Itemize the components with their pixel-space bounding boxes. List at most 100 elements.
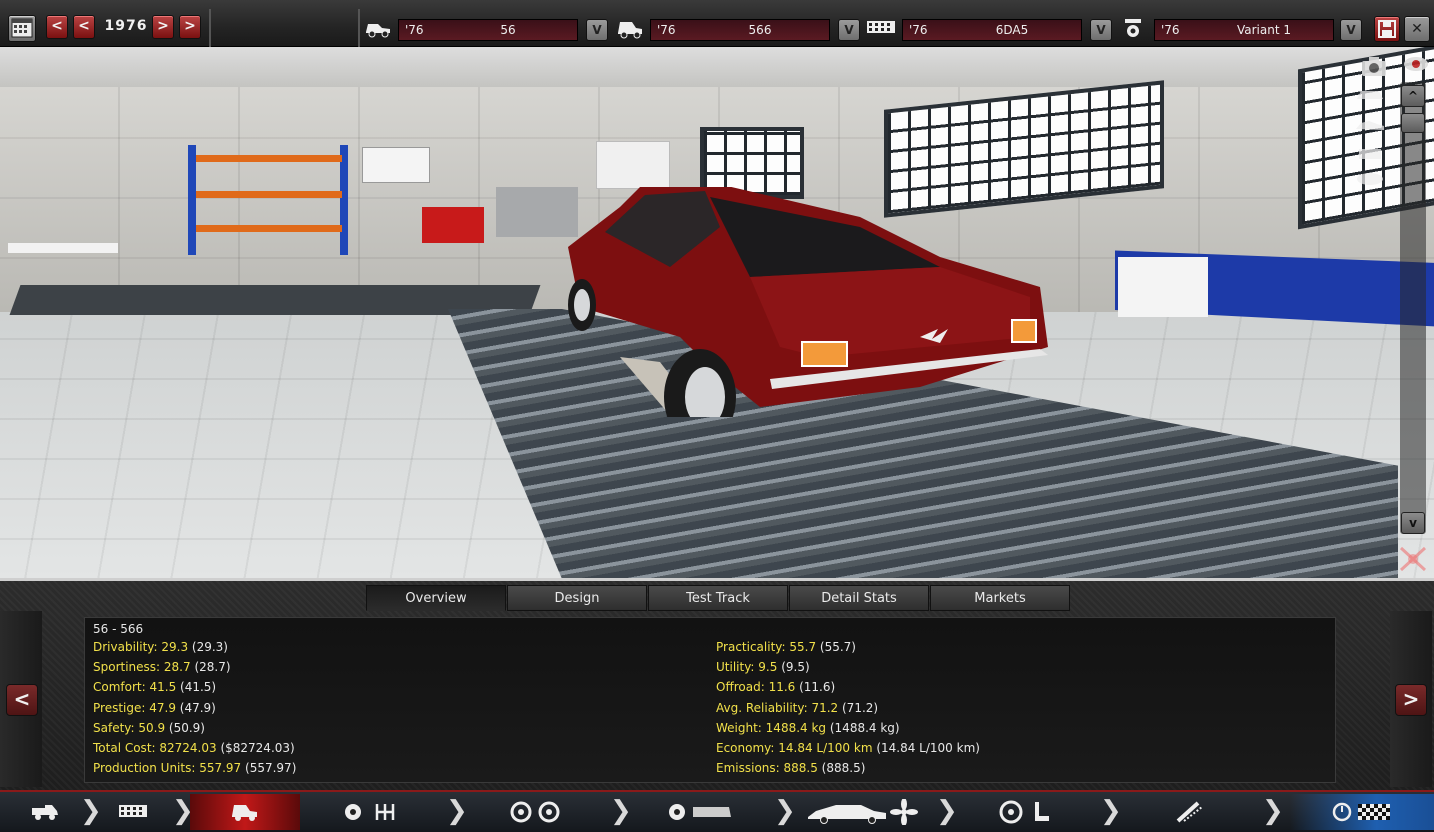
model-name: 56 [500,23,516,37]
camera-icon[interactable] [1360,55,1388,81]
trim-selector[interactable]: '76 566 [650,19,830,41]
engine-gears-icon [345,804,395,820]
truck-icon [32,805,58,820]
shelf-post [188,145,196,255]
save-button[interactable] [1374,16,1400,42]
shelf-board [196,225,342,232]
zoom-slider-thumb[interactable] [1401,113,1425,133]
engine-variant-year: '76 [1161,23,1180,37]
nav-company[interactable] [20,794,70,830]
view-top-icon[interactable] [1355,171,1385,191]
tab-test-track[interactable]: Test Track [648,585,788,611]
separator [209,9,211,47]
engine-block-icon [669,804,731,820]
red-toolbox [422,207,484,243]
year-label: 1976 [104,18,148,34]
zoom-down-button[interactable]: v [1401,512,1425,534]
stat-economy: Economy: 14.84 L/100 km (14.84 L/100 km) [716,740,980,755]
view-side-icon[interactable] [1355,117,1385,137]
workbench-door [1118,257,1208,317]
year-next-button[interactable]: > [152,15,174,39]
year-prev-button[interactable]: < [73,15,95,39]
stat-prestige: Prestige: 47.9 (47.9) [93,700,216,715]
view-rear-icon[interactable] [1355,145,1385,165]
calendar-button[interactable] [8,15,36,42]
next-page-button[interactable]: > [1395,684,1427,716]
camera-zoom-track[interactable] [1400,82,1426,534]
nav-interior[interactable] [996,794,1054,830]
stat-weight: Weight: 1488.4 kg (1488.4 kg) [716,720,900,735]
test-flag-icon [1332,802,1390,822]
model-selector[interactable]: '76 56 [398,19,578,41]
engine-block-icon [866,18,896,41]
whiteboard [362,147,430,183]
nav-testing[interactable] [1290,794,1434,830]
model-year: '76 [405,23,424,37]
eye-icon[interactable] [1402,55,1430,77]
nav-exterior[interactable] [806,794,918,830]
stat-production-units: Production Units: 557.97 (557.97) [93,761,297,776]
company-car-icon [364,18,392,43]
car-title: 56 - 566 [93,622,144,636]
chassis-icon [119,805,147,817]
garage-3d-viewport[interactable]: ^ v [0,47,1434,578]
tab-detail-stats[interactable]: Detail Stats [789,585,929,611]
nav-wheels[interactable] [506,794,564,830]
shelf-board [196,155,342,162]
engine-variant-selector[interactable]: '76 Variant 1 [1154,19,1334,41]
stat-emissions: Emissions: 888.5 (888.5) [716,761,866,776]
prev-page-button[interactable]: < [6,684,38,716]
year-prev-fast-button[interactable]: < [46,15,68,39]
year-next-fast-button[interactable]: > [179,15,201,39]
tab-markets[interactable]: Markets [930,585,1070,611]
car-model [568,187,1048,417]
variant-car-icon [616,18,644,45]
nav-chassis[interactable] [108,794,158,830]
right-stats-column: Practicality: 55.7 (55.7) Utility: 9.5 (… [716,640,980,781]
floppy-icon [1378,20,1396,38]
white-table [8,243,118,253]
engine-year: '76 [909,23,928,37]
nav-chevron: ❯ [610,796,632,826]
nav-chevron: ❯ [936,796,958,826]
nav-chevron: ❯ [80,796,102,826]
stats-panel: Overview Design Test Track Detail Stats … [0,578,1434,790]
close-icon: ✕ [1411,21,1423,37]
stat-total-cost: Total Cost: 82724.03 ($82724.03) [93,740,295,755]
stat-comfort: Comfort: 41.5 (41.5) [93,680,217,695]
top-bar: < < 1976 > > '76 56 V '76 566 V '76 6DA5… [0,0,1434,47]
model-dropdown-button[interactable]: V [586,19,608,41]
nav-body[interactable] [664,794,736,830]
suspension-icon [1176,801,1203,823]
wheels-icon [510,801,560,823]
engine-selector[interactable]: '76 6DA5 [902,19,1082,41]
car-model-icon [232,805,257,821]
engine-dropdown-button[interactable]: V [1090,19,1112,41]
stat-sportiness: Sportiness: 28.7 (28.7) [93,660,231,675]
nav-car-model[interactable] [190,794,300,830]
view-front-icon[interactable] [1355,87,1385,107]
nav-chevron: ❯ [774,796,796,826]
stat-safety: Safety: 50.9 (50.9) [93,720,205,735]
trim-dropdown-button[interactable]: V [838,19,860,41]
trim-name: 566 [748,23,772,37]
car-poster [596,141,670,189]
steering-seat-icon [999,800,1049,824]
car-body-icon [808,798,918,826]
tab-overview[interactable]: Overview [366,585,506,611]
nav-chevron: ❯ [446,796,468,826]
engine-variant-dropdown-button[interactable]: V [1340,19,1362,41]
design-stage-nav: ❯ ❯ ❯ ❯ ❯ ❯ ❯ ❯ [0,790,1434,832]
nav-drivetrain[interactable] [340,794,404,830]
close-button[interactable]: ✕ [1404,16,1430,42]
tab-design[interactable]: Design [507,585,647,611]
trim-year: '76 [657,23,676,37]
nav-suspension[interactable] [1170,794,1206,830]
nav-chevron: ❯ [1100,796,1122,826]
reset-camera-icon[interactable] [1398,545,1428,577]
stat-drivability: Drivability: 29.3 (29.3) [93,640,228,654]
zoom-up-button[interactable]: ^ [1401,85,1425,107]
stat-utility: Utility: 9.5 (9.5) [716,660,810,675]
garage-ceiling [0,47,1434,87]
panel-tabs: Overview Design Test Track Detail Stats … [366,585,1071,611]
